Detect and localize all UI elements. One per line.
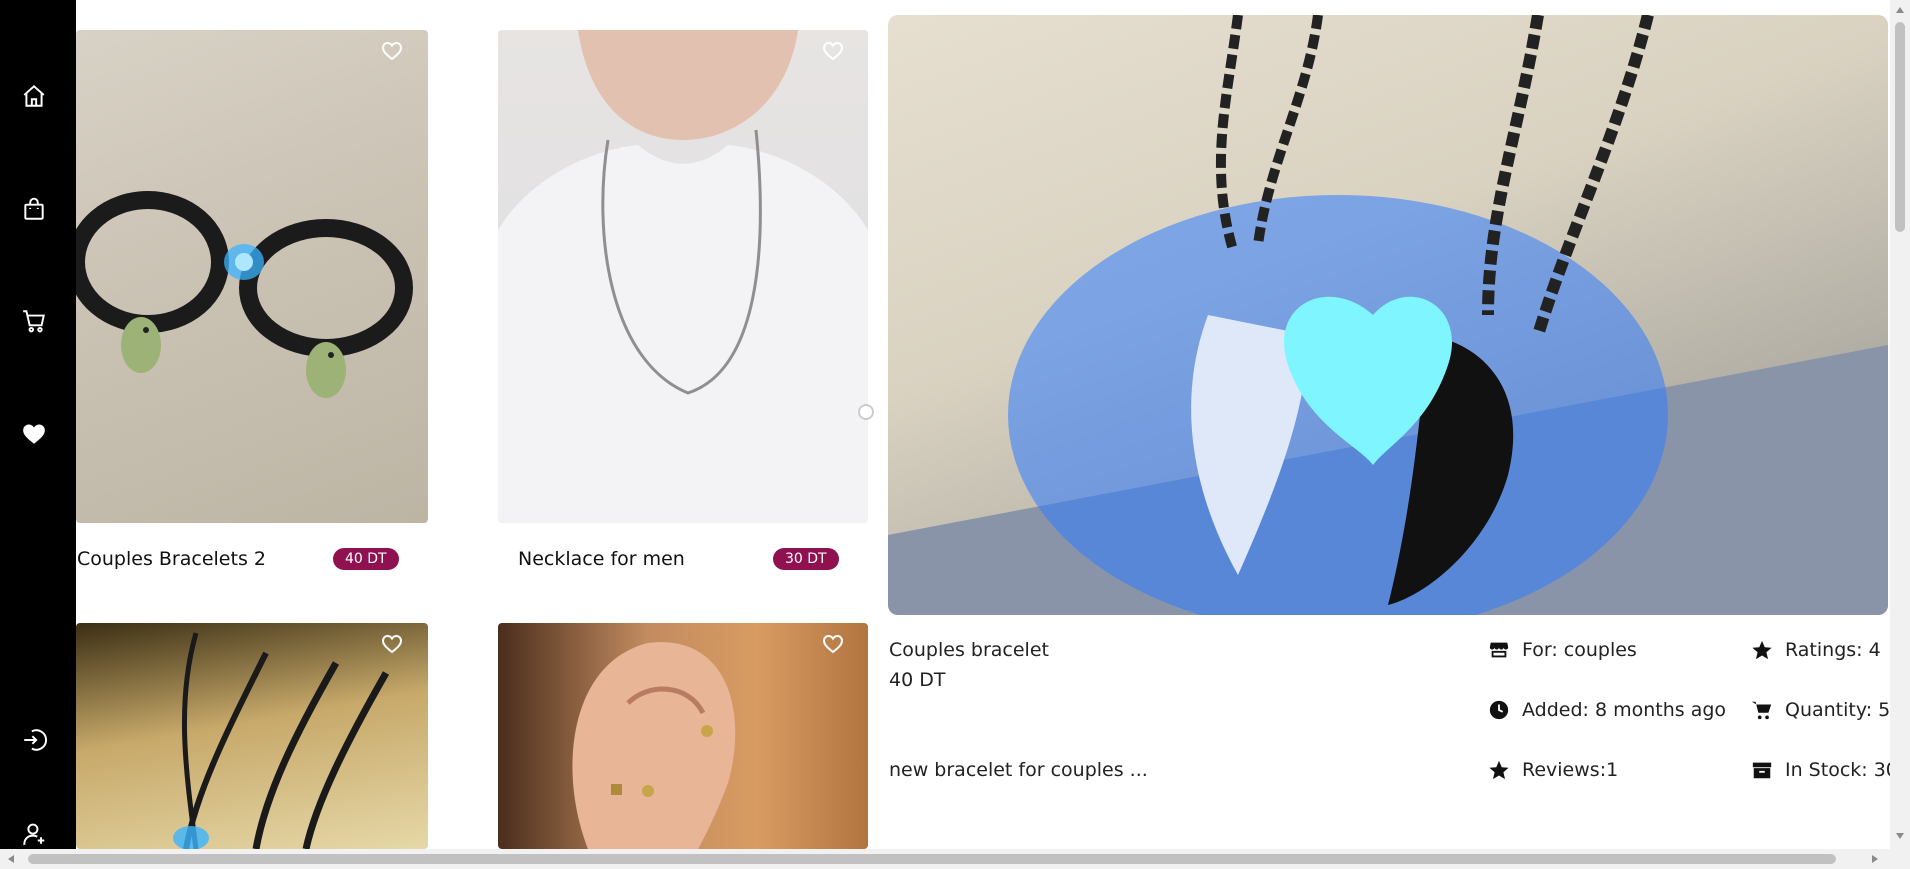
box-icon <box>1752 762 1772 779</box>
necklace-photo <box>498 30 868 523</box>
star-icon <box>1752 640 1772 660</box>
favorite-icon[interactable] <box>380 632 404 656</box>
scroll-down-icon[interactable] <box>1896 833 1904 839</box>
heart-necklace-photo <box>888 15 1888 615</box>
carousel-handle[interactable] <box>858 404 874 420</box>
logout-button[interactable] <box>18 724 50 756</box>
stat-reviews-label: Reviews:1 <box>1522 759 1619 781</box>
logout-icon <box>24 729 47 751</box>
stat-quantity-label: Quantity: 50 <box>1785 699 1903 721</box>
favorite-icon[interactable] <box>821 39 845 63</box>
home-button[interactable] <box>18 80 50 112</box>
product-image[interactable] <box>76 30 428 523</box>
horizontal-scrollbar[interactable] <box>0 849 1910 869</box>
scroll-left-icon[interactable] <box>8 855 14 863</box>
cart-icon <box>1751 701 1772 720</box>
star-icon <box>1489 760 1509 780</box>
store-icon <box>1489 642 1509 658</box>
cart-icon <box>23 310 45 333</box>
product-name: Necklace for men <box>518 548 685 570</box>
stat-for: For: couples <box>1488 639 1637 661</box>
home-icon <box>23 84 45 107</box>
stat-added: Added: 8 months ago <box>1488 699 1726 721</box>
product-image[interactable] <box>76 623 428 849</box>
horizontal-scroll-thumb[interactable] <box>28 854 1836 864</box>
scroll-up-icon[interactable] <box>1896 7 1904 13</box>
product-image[interactable] <box>498 30 868 523</box>
clock-icon <box>1489 700 1509 720</box>
product-name: Couples Bracelets 2 <box>77 548 266 570</box>
favorites-button[interactable] <box>18 418 50 450</box>
product-card[interactable]: Necklace for men 30 DT <box>498 30 868 570</box>
user-icon <box>23 823 45 845</box>
stat-ratings: Ratings: 4 <box>1751 639 1881 661</box>
stat-reviews: Reviews:1 <box>1488 759 1618 781</box>
stat-in-stock: In Stock: 30 <box>1751 759 1898 781</box>
earrings-photo <box>572 642 736 849</box>
product-image[interactable] <box>498 623 868 849</box>
product-card[interactable]: Couples Bracelets 2 40 DT <box>76 30 429 570</box>
vertical-scroll-thumb[interactable] <box>1895 22 1905 232</box>
favorite-icon[interactable] <box>380 39 404 63</box>
shopping-bag-icon <box>24 197 44 220</box>
detail-description: new bracelet for couples ... <box>889 759 1148 781</box>
stat-ratings-label: Ratings: 4 <box>1785 639 1881 661</box>
vertical-scrollbar[interactable] <box>1890 0 1910 849</box>
cart-button[interactable] <box>18 305 50 337</box>
stat-in-stock-label: In Stock: 30 <box>1785 759 1898 781</box>
bracelets-photo <box>76 191 413 398</box>
stat-for-label: For: couples <box>1522 639 1637 661</box>
heart-filled-icon <box>23 424 45 444</box>
price-badge: 30 DT <box>773 548 839 570</box>
product-detail-image <box>888 15 1888 615</box>
sidebar <box>0 0 76 849</box>
detail-price: 40 DT <box>889 669 946 691</box>
necklace-photo <box>173 632 390 849</box>
stat-quantity: Quantity: 50 <box>1751 699 1902 721</box>
detail-title: Couples bracelet <box>889 639 1049 661</box>
favorite-icon[interactable] <box>821 632 845 656</box>
scroll-right-icon[interactable] <box>1872 855 1878 863</box>
product-card[interactable] <box>498 623 868 849</box>
stat-added-label: Added: 8 months ago <box>1522 699 1727 721</box>
shop-button[interactable] <box>18 193 50 225</box>
product-card[interactable] <box>76 623 429 849</box>
profile-button[interactable] <box>18 818 50 850</box>
price-badge: 40 DT <box>333 548 399 570</box>
